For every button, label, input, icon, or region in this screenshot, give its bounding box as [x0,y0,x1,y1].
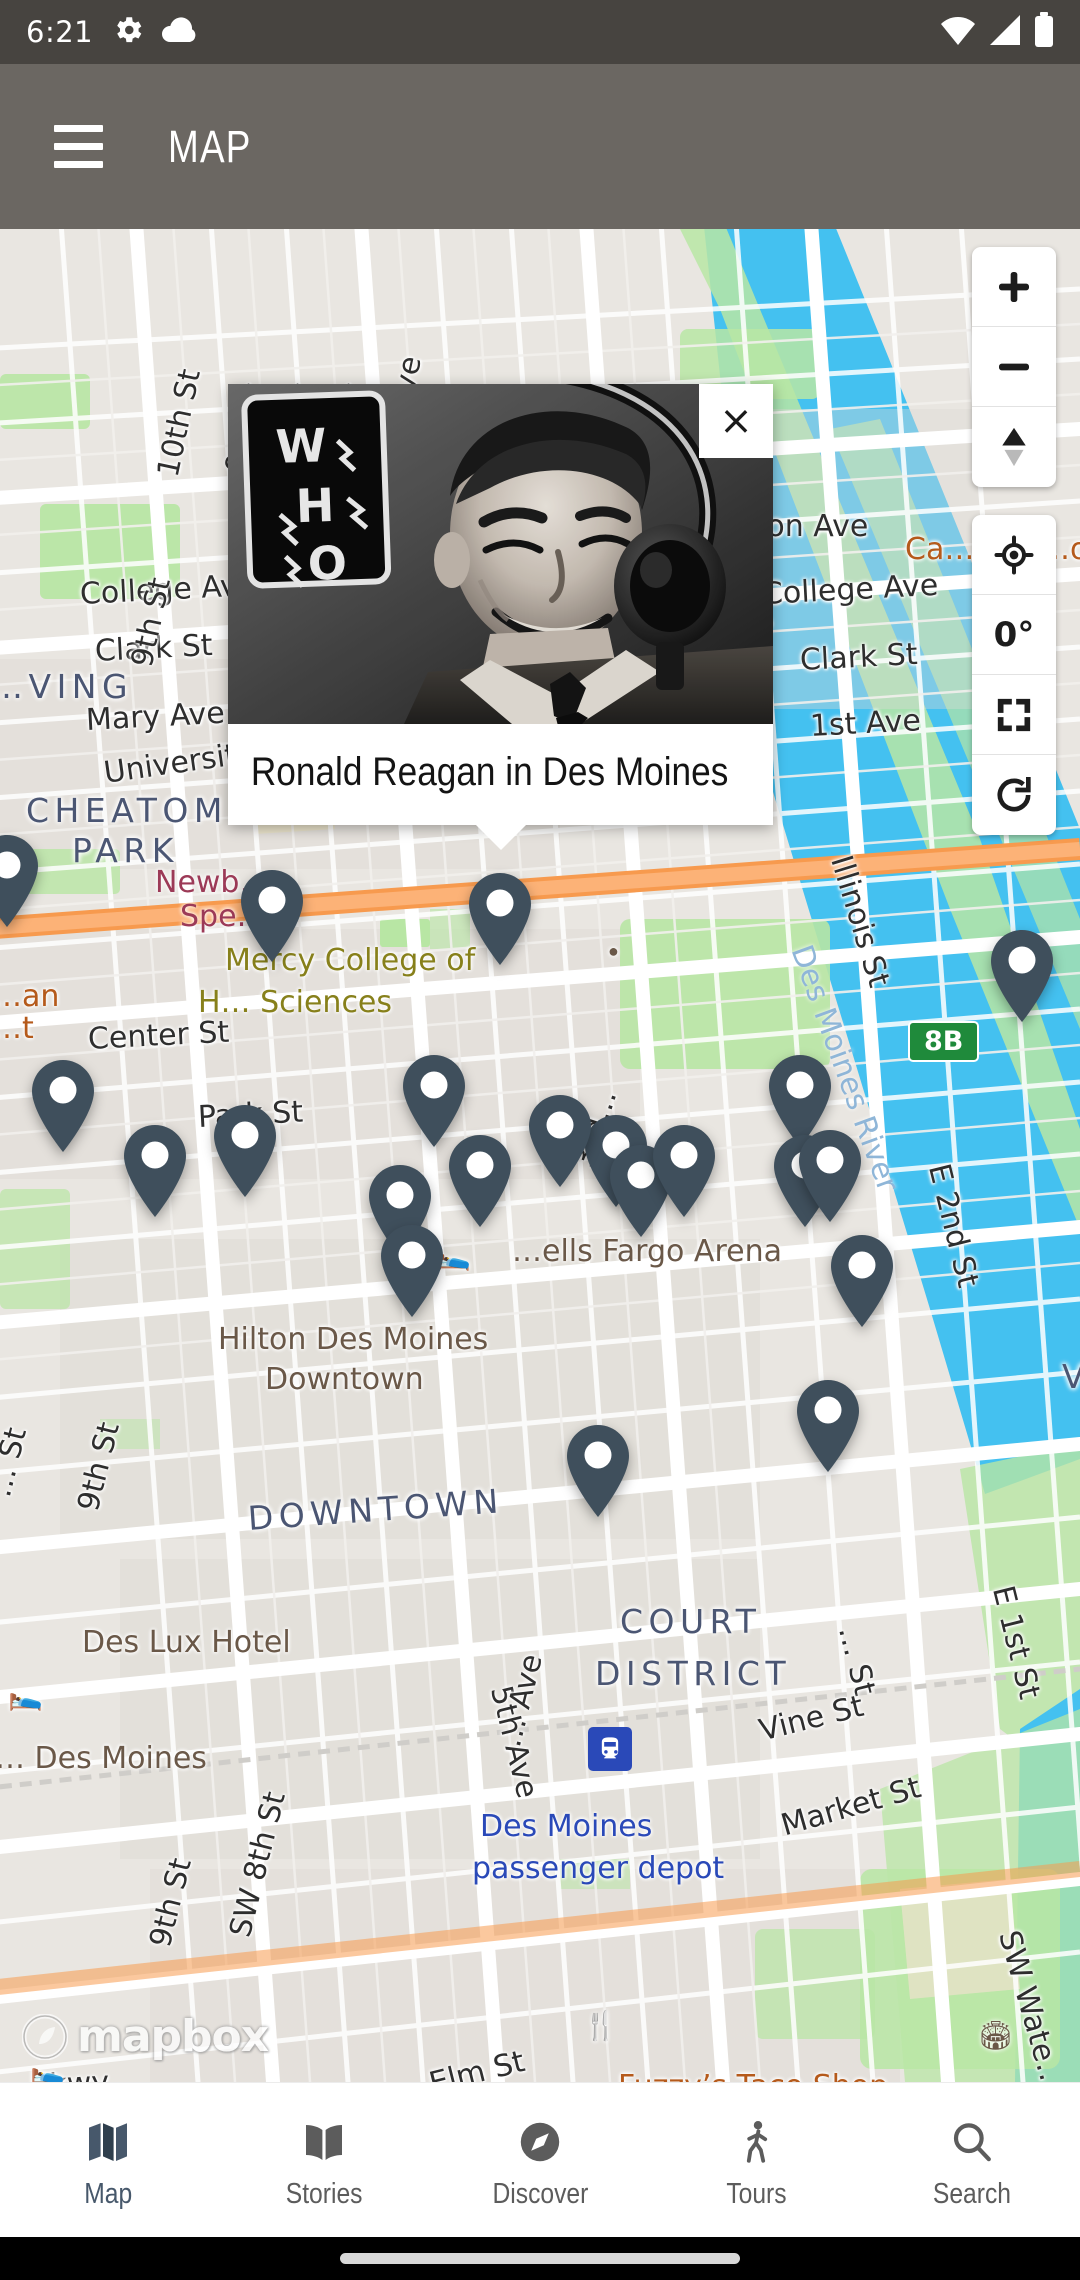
map-marker-pin[interactable] [443,1133,517,1229]
reload-button[interactable] [972,755,1056,835]
nav-item-stories[interactable]: Stories [216,2083,432,2237]
app-bar: MAP [0,64,1080,229]
zoom-control-group[interactable] [972,247,1056,487]
folded-map-icon [84,2110,132,2166]
highway-shield: 8B [908,1021,980,1062]
map-marker-pin[interactable] [985,928,1059,1024]
gesture-pill[interactable] [340,2253,740,2264]
nav-label: Tours [725,2177,787,2210]
close-icon[interactable]: × [699,384,773,458]
status-time: 6:21 [26,15,94,49]
map-marker-pin[interactable] [26,1058,100,1154]
map-marker-pin[interactable] [647,1123,721,1219]
map-marker-pin[interactable] [235,868,309,964]
map-view[interactable]: Franklin AveJefferson Ave10th St9th St8t… [0,229,1080,2082]
cell-signal-icon [988,13,1022,52]
nav-label: Stories [285,2177,363,2210]
zoom-out-button[interactable] [972,327,1056,407]
wifi-icon [940,13,976,52]
nav-label: Map [84,2177,132,2210]
hamburger-menu-icon[interactable] [32,101,124,193]
compass-north-icon[interactable] [972,407,1056,487]
open-book-icon [300,2110,348,2166]
page-title: MAP [168,120,252,172]
popup-caption: Ronald Reagan in Des Moines [250,750,729,794]
mapbox-mark-icon [22,2013,68,2060]
magnifier-icon [948,2110,996,2166]
map-marker-pin[interactable] [825,1233,899,1329]
walking-person-icon [732,2110,780,2166]
map-marker-pin[interactable] [0,833,44,929]
nav-item-map[interactable]: Map [0,2083,216,2237]
cloud-icon [162,16,198,48]
battery-icon [1034,11,1054,53]
map-marker-pin[interactable] [463,871,537,967]
map-marker-pin[interactable] [375,1223,449,1319]
map-marker-pin[interactable] [791,1378,865,1474]
popup-photo: W H O × [228,384,773,724]
nav-label: Search [932,2177,1012,2210]
nav-item-discover[interactable]: Discover [432,2083,648,2237]
map-tools-group[interactable]: 0° [972,515,1056,835]
locate-me-button[interactable] [972,515,1056,595]
settings-gear-icon [111,13,145,52]
status-bar: 6:21 [0,0,1080,64]
mapbox-attribution[interactable]: mapbox [22,2011,269,2062]
compass-icon [516,2110,564,2166]
app-screen: 6:21 MAP Ave 10th St College Ave College… [0,0,1080,2280]
rail-station-icon [588,1727,632,1771]
popup-tail [474,824,527,850]
marker-popup-card[interactable]: W H O × Ronald Reagan in Des Moines [228,384,773,850]
map-marker-pin[interactable] [523,1093,597,1189]
mapbox-wordmark: mapbox [77,2011,269,2062]
map-marker-pin[interactable] [793,1128,867,1224]
bottom-navigation: Map Stories Discover Tours Search [0,2082,1080,2237]
map-marker-pin[interactable] [208,1103,282,1199]
zoom-in-button[interactable] [972,247,1056,327]
nav-item-tours[interactable]: Tours [648,2083,864,2237]
nav-label: Discover [492,2177,588,2210]
map-marker-pin[interactable] [561,1423,635,1519]
bearing-indicator[interactable]: 0° [972,595,1056,675]
bearing-value: 0° [993,614,1035,655]
nav-item-search[interactable]: Search [864,2083,1080,2237]
system-gesture-bar [0,2237,1080,2280]
fit-bounds-button[interactable] [972,675,1056,755]
map-marker-pin[interactable] [118,1123,192,1219]
